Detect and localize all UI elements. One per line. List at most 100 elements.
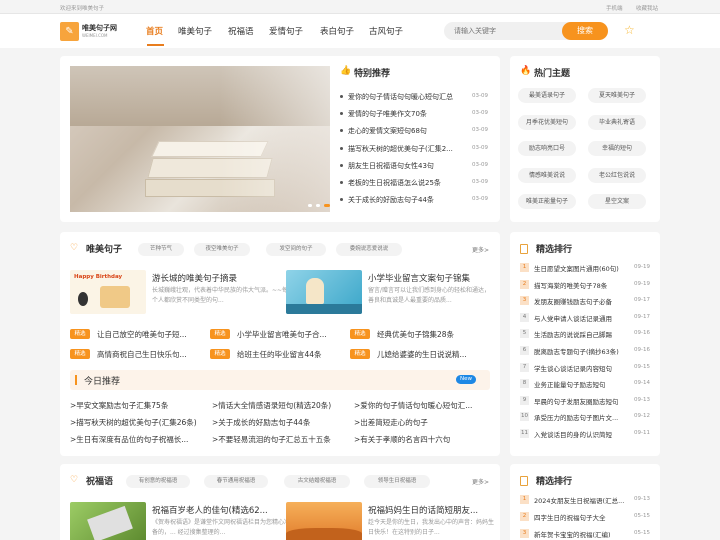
hot-tag[interactable]: 幸福的短句: [588, 141, 646, 156]
blessing-more-link[interactable]: 更多>: [472, 477, 489, 486]
feature-title[interactable]: 祝福百岁老人的佳句(精选62...: [152, 504, 268, 516]
recommend-link[interactable]: >关于成长的好励志句子44条: [212, 417, 350, 428]
ranking-item[interactable]: 2 四字生日的祝福句子大全 05-15: [520, 509, 656, 525]
featured-item-title[interactable]: 爱情的句子唯美作文70条: [348, 109, 470, 119]
ranking-item[interactable]: 9 早晨的句子发朋友圈励志短句 09-13: [520, 393, 656, 409]
blessing-pill[interactable]: 春节通用祝福语: [204, 475, 268, 488]
hot-tag[interactable]: 老公红包说说: [588, 167, 646, 183]
ranking-item[interactable]: 1 2024女朋友生日祝福语(汇总... 09-13: [520, 492, 656, 508]
weimei-pill[interactable]: 发空间的句子: [266, 243, 326, 256]
selected-link[interactable]: 给班主任的毕业留言44条: [237, 349, 342, 360]
ranking-item[interactable]: 11 入党谈话目的身的认识简短 09-11: [520, 426, 656, 442]
site-logo[interactable]: ✎ 唯美句子网 WEIMEI.COM: [60, 22, 120, 41]
nav-weimei[interactable]: 唯美句子: [178, 25, 212, 37]
featured-item-title[interactable]: 描写秋天树的超优美句子(汇集2...: [348, 144, 470, 154]
ranking-item[interactable]: 8 业务正能量句子励志短句 09-14: [520, 376, 656, 392]
recommend-link[interactable]: >生日有深度有品位的句子祝福长...: [70, 434, 208, 445]
blessing-thumbnail[interactable]: [286, 502, 362, 540]
featured-item[interactable]: 爱你的句子情话句句暖心短句汇总 03-09: [340, 92, 492, 105]
recommend-link[interactable]: >有关于孝顺的名言四十六句: [354, 434, 492, 445]
carousel-dot[interactable]: [308, 204, 312, 207]
ranking-item[interactable]: 3 新年贺卡宝宝的祝福(汇编) 05-15: [520, 526, 656, 540]
selected-link[interactable]: 高情商祝自己生日快乐句...: [97, 349, 202, 360]
ranking-item[interactable]: 2 描写海棠的唯美句子78条 09-19: [520, 277, 656, 293]
star-icon[interactable]: ☆: [624, 23, 635, 37]
weimei-pill[interactable]: 夜空唯美句子: [194, 243, 250, 256]
ranking-item-title[interactable]: 业务正能量句子励志短句: [534, 379, 630, 389]
weimei-pill[interactable]: 芒种节气: [138, 243, 184, 256]
ranking-item-title[interactable]: 与人党申请人谈话记录通用: [534, 313, 630, 323]
hot-tag[interactable]: 唯美正能量句子: [518, 194, 576, 209]
weimei-more-link[interactable]: 更多>: [472, 245, 489, 254]
recommend-link[interactable]: >早安文案励志句子汇集75条: [70, 400, 208, 411]
ranking-item[interactable]: 3 发朋友圈赚钱励志句子必备 09-17: [520, 293, 656, 309]
ranking-item-title[interactable]: 新年贺卡宝宝的祝福(汇编): [534, 529, 630, 539]
ranking-item[interactable]: 5 生活励志的说说踩自己脚踢 09-16: [520, 326, 656, 342]
selected-link[interactable]: 小学毕业留言唯美句子合...: [237, 329, 342, 340]
hot-tag[interactable]: 励志响亮口号: [518, 141, 576, 156]
recommend-link[interactable]: >情话大全情感语录短句(精选20条): [212, 400, 350, 411]
birthday-thumbnail[interactable]: Happy Birthday: [70, 270, 146, 314]
hot-tag[interactable]: 毕业典礼寄语: [588, 114, 646, 130]
feature-title[interactable]: 祝福妈妈生日的话简短朋友...: [368, 504, 478, 516]
selected-link[interactable]: 让自己放空的唯美句子短...: [97, 329, 202, 340]
ranking-item[interactable]: 1 生日愿望文案图片通用(60句) 09-19: [520, 260, 656, 276]
ranking-item-title[interactable]: 学生谈心谈话记录内容短句: [534, 363, 630, 373]
featured-item-title[interactable]: 老板的生日祝福语怎么说25条: [348, 178, 470, 188]
mobile-link[interactable]: 手机端: [606, 4, 623, 12]
banner-image[interactable]: [70, 66, 330, 212]
featured-item[interactable]: 朋友生日祝福语句女性43句 03-09: [340, 161, 492, 174]
featured-item-title[interactable]: 朋友生日祝福语句女性43句: [348, 161, 470, 171]
featured-item[interactable]: 关于成长的好励志句子44条 03-09: [340, 195, 492, 208]
ranking-item-title[interactable]: 四字生日的祝福句子大全: [534, 512, 630, 522]
carousel-dot[interactable]: [316, 204, 320, 207]
featured-item-title[interactable]: 走心的爱情文案短句68句: [348, 126, 470, 136]
selected-link[interactable]: 经典优美句子锦集28条: [377, 329, 482, 340]
featured-item-title[interactable]: 爱你的句子情话句句暖心短句汇总: [348, 92, 470, 102]
hot-tag[interactable]: 最美语录句子: [518, 88, 576, 103]
blessing-pill[interactable]: 领导生日祝福语: [364, 475, 430, 488]
featured-item-title[interactable]: 关于成长的好励志句子44条: [348, 195, 470, 205]
ranking-item-title[interactable]: 脱离励志专题句子(摘抄63条): [534, 346, 630, 356]
carousel-dot-active[interactable]: [324, 204, 330, 207]
nav-ancient[interactable]: 古风句子: [369, 25, 403, 37]
ranking-item-title[interactable]: 入党谈话目的身的认识简短: [534, 429, 630, 439]
blessing-pill[interactable]: 有创意的祝福语: [126, 475, 190, 488]
nav-home[interactable]: 首页: [146, 25, 163, 37]
ranking-item-title[interactable]: 描写海棠的唯美句子78条: [534, 280, 630, 290]
recommend-link[interactable]: >不要轻易流泪的句子汇总五十五条: [212, 434, 350, 445]
ranking-item-title[interactable]: 生日愿望文案图片通用(60句): [534, 263, 630, 273]
blessing-pill[interactable]: 古文结婚祝福语: [284, 475, 350, 488]
ranking-item-title[interactable]: 早晨的句子发朋友圈励志短句: [534, 396, 630, 406]
search-button[interactable]: 搜索: [562, 22, 608, 40]
nav-blessing[interactable]: 祝福语: [228, 25, 254, 37]
graduation-thumbnail[interactable]: [286, 270, 362, 314]
favorite-link[interactable]: 收藏我站: [636, 4, 658, 12]
feature-title[interactable]: 游长城的唯美句子摘录: [152, 272, 237, 284]
hot-tag[interactable]: 夏天唯美句子: [588, 88, 646, 103]
ranking-item-title[interactable]: 承受压力的励志句子图片文...: [534, 412, 630, 422]
featured-item[interactable]: 走心的爱情文案短句68句 03-09: [340, 126, 492, 139]
featured-item[interactable]: 老板的生日祝福语怎么说25条 03-09: [340, 178, 492, 191]
selected-link[interactable]: 儿媳给婆婆的生日说说精...: [377, 349, 482, 360]
ranking-item[interactable]: 4 与人党申请人谈话记录通用 09-17: [520, 310, 656, 326]
weimei-pill[interactable]: 委婉说恋爱说说: [336, 243, 402, 256]
search-input[interactable]: [454, 25, 554, 37]
ranking-item-title[interactable]: 生活励志的说说踩自己脚踢: [534, 329, 630, 339]
recommend-link[interactable]: >爱你的句子情话句句暖心短句汇...: [354, 400, 492, 411]
feature-title[interactable]: 小学毕业留言文案句子锦集: [368, 272, 470, 284]
featured-item[interactable]: 描写秋天树的超优美句子(汇集2... 03-09: [340, 144, 492, 157]
ranking-item[interactable]: 7 学生谈心谈话记录内容短句 09-15: [520, 360, 656, 376]
blessing-thumbnail[interactable]: [70, 502, 146, 540]
hot-tag[interactable]: 星空文案: [588, 194, 646, 209]
hot-tag[interactable]: 月季花优美短句: [518, 114, 576, 130]
ranking-item-title[interactable]: 2024女朋友生日祝福语(汇总...: [534, 495, 630, 505]
ranking-item-title[interactable]: 发朋友圈赚钱励志句子必备: [534, 296, 630, 306]
recommend-link[interactable]: >出差简短走心的句子: [354, 417, 492, 428]
nav-love[interactable]: 爱情句子: [269, 25, 303, 37]
ranking-item[interactable]: 10 承受压力的励志句子图片文... 09-12: [520, 409, 656, 425]
ranking-item[interactable]: 6 脱离励志专题句子(摘抄63条) 09-16: [520, 343, 656, 359]
recommend-link[interactable]: >描写秋天树的超优美句子(汇集26条): [70, 417, 208, 428]
nav-confession[interactable]: 表白句子: [320, 25, 354, 37]
hot-tag[interactable]: 情感唯美说说: [518, 167, 576, 183]
